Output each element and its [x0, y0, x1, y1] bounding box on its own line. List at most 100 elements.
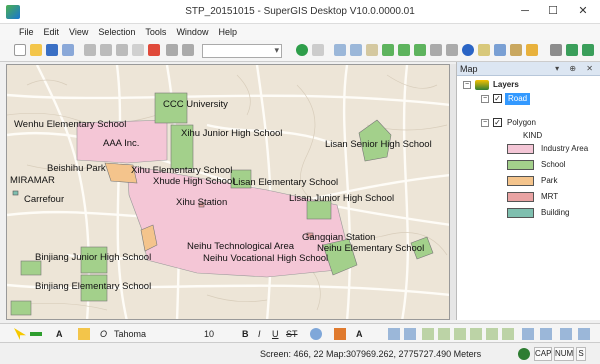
font-size-select[interactable]: 10 — [204, 327, 214, 341]
school-small-left — [10, 300, 32, 316]
globe-icon — [518, 348, 530, 360]
group-icon[interactable] — [422, 328, 434, 340]
fill-tool-icon[interactable] — [78, 328, 90, 340]
align-icon[interactable] — [388, 328, 400, 340]
text-tool-icon[interactable]: A — [56, 327, 63, 341]
help-icon[interactable] — [296, 44, 308, 56]
legend-label: Industry Area — [541, 144, 589, 153]
select-pointer-icon[interactable] — [14, 328, 26, 340]
menu-selection[interactable]: Selection — [93, 24, 140, 40]
map-label: Xihu Junior High School — [181, 128, 282, 139]
italic-button[interactable]: I — [258, 327, 261, 341]
map-canvas[interactable]: CCC University Wenhu Elementary School A… — [6, 64, 450, 320]
measure-icon[interactable] — [550, 44, 562, 56]
flip-icon[interactable] — [502, 328, 514, 340]
collapse-icon[interactable]: − — [463, 81, 471, 89]
save-icon[interactable] — [46, 44, 58, 56]
map-label: Neihu Elementary School — [317, 243, 424, 254]
map-label: MIRAMAR — [10, 175, 55, 186]
cut-icon[interactable] — [84, 44, 96, 56]
main-toolbar — [0, 40, 600, 62]
scroll-indicator: S — [576, 347, 586, 361]
map-label: Lisan Junior High School — [289, 193, 394, 204]
distribute-icon[interactable] — [404, 328, 416, 340]
menu-edit[interactable]: Edit — [39, 24, 65, 40]
zoom-in-icon[interactable] — [334, 44, 346, 56]
redo-icon[interactable] — [182, 44, 194, 56]
legend-label: MRT — [541, 192, 559, 201]
refresh-icon[interactable] — [582, 44, 594, 56]
select-features-icon[interactable] — [526, 44, 538, 56]
menu-help[interactable]: Help — [213, 24, 242, 40]
layout-icon[interactable] — [578, 328, 590, 340]
strikethrough-button[interactable]: ST — [286, 327, 298, 341]
attribute-table-icon[interactable] — [478, 44, 490, 56]
menu-view[interactable]: View — [64, 24, 93, 40]
undo-icon[interactable] — [166, 44, 178, 56]
send-back-icon[interactable] — [470, 328, 482, 340]
bring-front-icon[interactable] — [454, 328, 466, 340]
editor-icon[interactable] — [566, 44, 578, 56]
fixed-zoom-in-icon[interactable] — [398, 44, 410, 56]
panel-controls[interactable]: ▾ ⊕ ✕ — [555, 62, 597, 76]
road-visibility-checkbox[interactable]: ✓ — [493, 94, 502, 103]
scale-dropdown[interactable] — [202, 44, 282, 58]
ungroup-icon[interactable] — [438, 328, 450, 340]
close-button[interactable]: ✕ — [572, 2, 594, 20]
whats-this-icon[interactable] — [312, 44, 324, 56]
menu-tools[interactable]: Tools — [140, 24, 171, 40]
line-color-icon[interactable] — [334, 328, 346, 340]
map-label: CCC University — [163, 99, 228, 110]
delete-icon[interactable] — [148, 44, 160, 56]
open-folder-icon[interactable] — [30, 44, 42, 56]
forward-icon[interactable] — [446, 44, 458, 56]
bold-button[interactable]: B — [242, 327, 249, 341]
polygon-visibility-checkbox[interactable]: ✓ — [493, 118, 502, 127]
map-panel: Map ▾ ⊕ ✕ − Layers − ✓ Road − ✓ Polygon … — [456, 62, 600, 320]
polygon-layer-label[interactable]: Polygon — [507, 117, 536, 129]
font-color-icon[interactable]: A — [356, 327, 363, 341]
snap-icon[interactable] — [540, 328, 552, 340]
menu-file[interactable]: File — [14, 24, 39, 40]
identify-icon[interactable] — [462, 44, 474, 56]
new-file-icon[interactable] — [14, 44, 26, 56]
map-svg: CCC University Wenhu Elementary School A… — [7, 65, 449, 319]
polygon-expand-icon[interactable]: − — [481, 119, 489, 127]
map-label: Carrefour — [24, 194, 64, 205]
print-icon[interactable] — [62, 44, 74, 56]
copy-icon[interactable] — [100, 44, 112, 56]
line-tool-icon[interactable] — [30, 332, 42, 336]
legend-label: Park — [541, 176, 558, 185]
legend-swatch-park — [507, 176, 534, 186]
underline-button[interactable]: U — [272, 327, 279, 341]
find-icon[interactable] — [494, 44, 506, 56]
map-label: Binjiang Elementary School — [35, 281, 151, 292]
paste-icon[interactable] — [116, 44, 128, 56]
road-layer-label[interactable]: Road — [505, 93, 531, 105]
menu-window[interactable]: Window — [171, 24, 213, 40]
full-extent-icon[interactable] — [382, 44, 394, 56]
properties-icon[interactable] — [560, 328, 572, 340]
minimize-button[interactable]: ─ — [514, 2, 536, 20]
school-small-left-2 — [20, 260, 42, 276]
hyperlink-icon[interactable] — [510, 44, 522, 56]
back-icon[interactable] — [430, 44, 442, 56]
fixed-zoom-out-icon[interactable] — [414, 44, 426, 56]
layers-root-label[interactable]: Layers — [493, 79, 519, 91]
zoom-out-icon[interactable] — [350, 44, 362, 56]
clear-icon[interactable] — [132, 44, 144, 56]
map-label: Xihu Station — [176, 197, 227, 208]
map-panel-title: Map — [460, 64, 478, 74]
map-label: Binjiang Junior High School — [35, 252, 151, 263]
legend-label: School — [541, 160, 566, 169]
font-name-select[interactable]: Tahoma — [114, 327, 146, 341]
road-expand-icon[interactable]: − — [481, 95, 489, 103]
maximize-button[interactable]: ☐ — [542, 2, 564, 20]
pan-icon[interactable] — [366, 44, 378, 56]
drawing-toolbar: A O Tahoma 10 B I U ST A — [0, 323, 600, 343]
arrange-icon[interactable] — [522, 328, 534, 340]
status-bar: Screen: 466, 22 Map:307969.262, 2775727.… — [0, 344, 600, 364]
screen-coordinates: Screen: 466, 22 — [260, 349, 324, 359]
rotate-icon[interactable] — [486, 328, 498, 340]
fill-color-icon[interactable] — [310, 328, 322, 340]
